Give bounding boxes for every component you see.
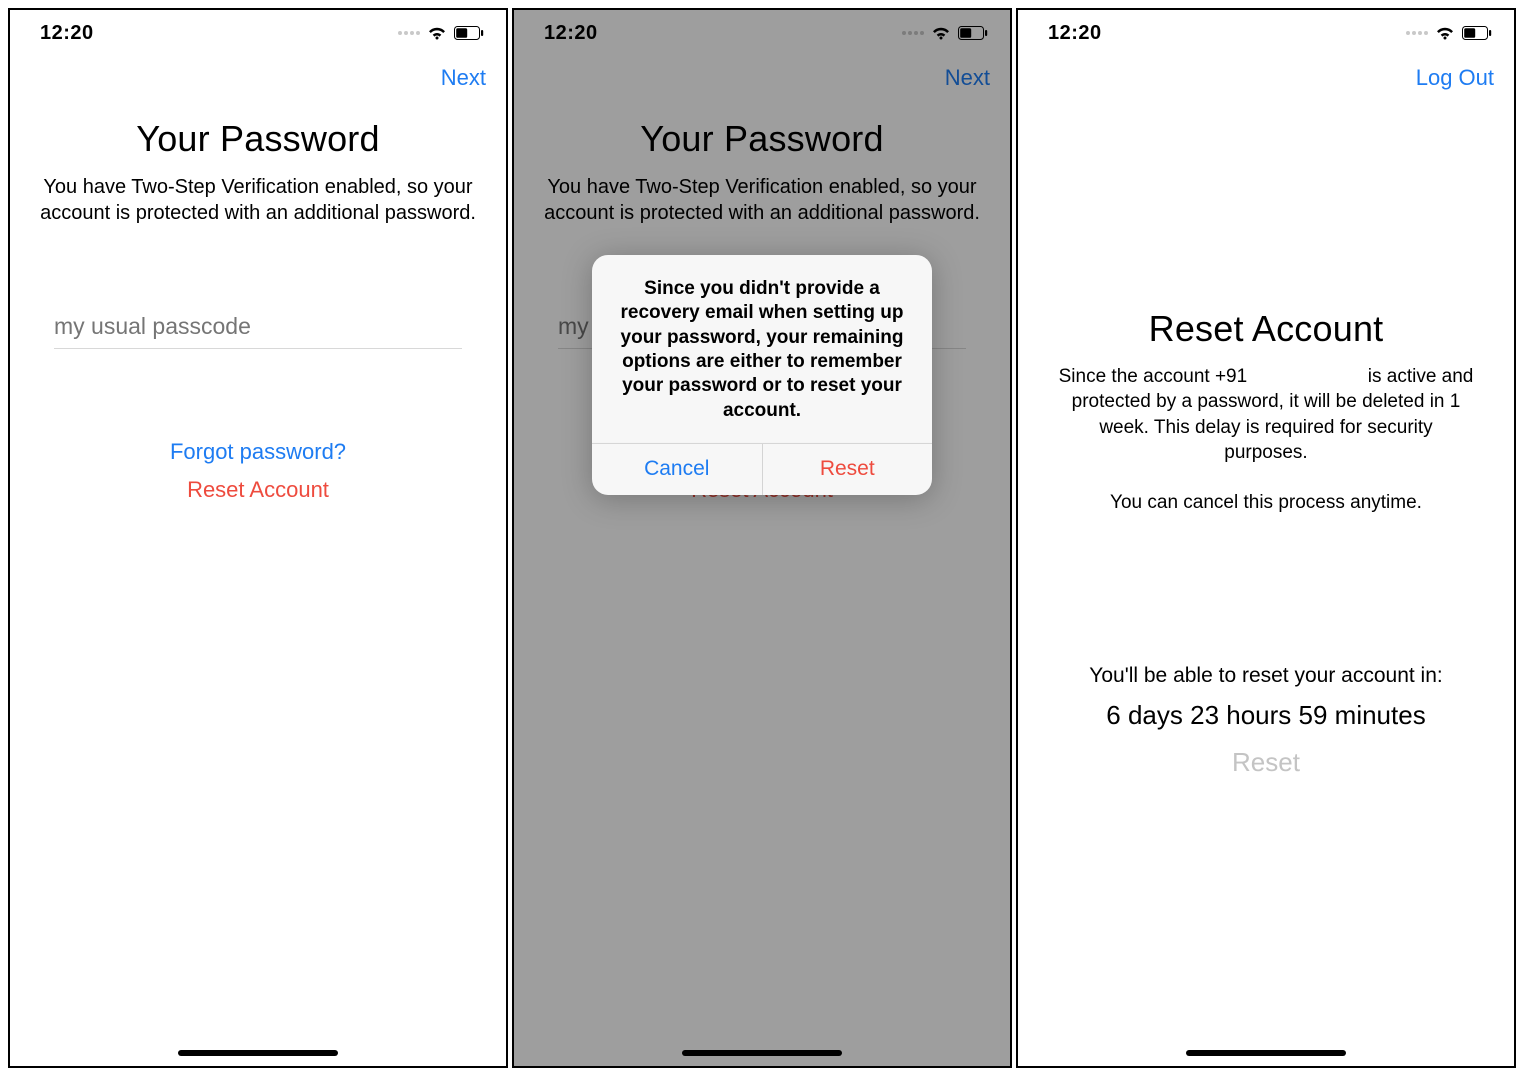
content: Your Password You have Two-Step Verifica… [10,100,506,503]
nav-bar: Next [10,56,506,100]
status-time: 12:20 [1048,22,1102,45]
countdown-label: You'll be able to reset your account in: [1042,664,1490,688]
links: Forgot password? Reset Account [34,439,482,503]
page-title: Your Password [34,118,482,160]
reset-account-link[interactable]: Reset Account [187,477,329,503]
nav-bar: Log Out [1018,56,1514,100]
desc-prefix: Since the account +91 [1059,366,1248,387]
log-out-button[interactable]: Log Out [1416,65,1494,91]
status-bar: 12:20 [10,10,506,56]
screen-password-alert: 12:20 Next Your Password You have Two-St… [512,8,1012,1068]
status-time: 12:20 [40,22,94,45]
modal-backdrop[interactable] [514,10,1010,1066]
password-field-wrap [54,313,462,349]
page-description: You have Two-Step Verification enabled, … [34,174,482,227]
alert-reset-button[interactable]: Reset [762,444,933,495]
alert-body: Since you didn't provide a recovery emai… [592,255,932,443]
wifi-icon [426,25,448,41]
content: Reset Account Since the account +91 is a… [1018,100,1514,778]
next-button[interactable]: Next [441,65,486,91]
forgot-password-link[interactable]: Forgot password? [170,439,346,465]
cancel-note: You can cancel this process anytime. [1042,492,1490,514]
screen-reset-account: 12:20 Log Out Reset Account Since the ac… [1016,8,1516,1068]
countdown-value: 6 days 23 hours 59 minutes [1042,700,1490,731]
password-hint-input[interactable] [54,313,462,340]
alert-message: Since you didn't provide a recovery emai… [612,277,912,423]
status-bar: 12:20 [1018,10,1514,56]
home-indicator[interactable] [178,1050,338,1056]
page-description: Since the account +91 is active and prot… [1042,364,1490,466]
alert-cancel-button[interactable]: Cancel [592,444,762,495]
home-indicator[interactable] [1186,1050,1346,1056]
reset-button-disabled: Reset [1042,747,1490,778]
status-icons [1406,25,1492,41]
screen-password: 12:20 Next Your Password You have Two-St… [8,8,508,1068]
status-icons [398,25,484,41]
alert-actions: Cancel Reset [592,443,932,495]
battery-icon [1462,26,1492,40]
wifi-icon [1434,25,1456,41]
countdown-block: You'll be able to reset your account in:… [1042,664,1490,778]
battery-icon [454,26,484,40]
cellular-icon [398,31,420,35]
cellular-icon [1406,31,1428,35]
reset-alert: Since you didn't provide a recovery emai… [592,255,932,495]
page-title: Reset Account [1042,308,1490,350]
